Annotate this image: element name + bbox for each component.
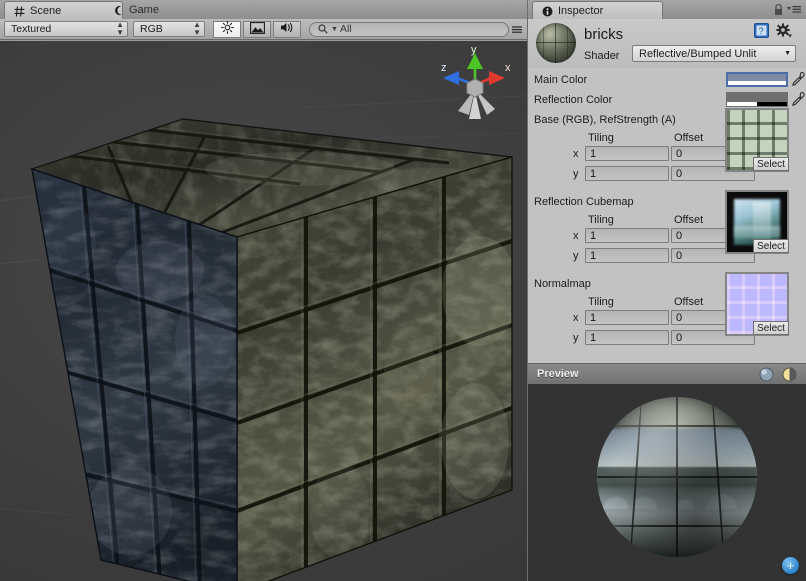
normalmap-y-axis-label: y	[573, 332, 579, 344]
material-sphere-icon	[536, 23, 576, 63]
preview-sphere[interactable]	[597, 397, 757, 557]
cubemap-select-button[interactable]: Select	[753, 239, 789, 253]
draw-mode-dropdown[interactable]: Textured ▲▼	[4, 21, 128, 37]
main-color-fill	[728, 74, 786, 81]
chevron-down-icon: ▼	[331, 26, 338, 33]
game-overlay-toggle[interactable]	[243, 21, 271, 38]
normalmap-x-axis-label: x	[573, 312, 579, 324]
cubemap-tiling-header: Tiling	[588, 214, 614, 226]
reflection-cubemap-label: Reflection Cubemap	[534, 196, 634, 208]
reflection-color-label: Reflection Color	[534, 94, 612, 106]
plus-icon: +	[787, 559, 795, 572]
material-properties: Main Color Reflection Color	[528, 68, 806, 362]
search-placeholder: All	[340, 23, 352, 35]
base-tiling-header: Tiling	[588, 132, 614, 144]
base-offset-header: Offset	[674, 132, 703, 144]
tab-game-label: Game	[129, 4, 159, 16]
info-icon	[542, 6, 553, 17]
preview-header: Preview	[528, 363, 806, 386]
magnifier-icon	[318, 24, 328, 34]
normalmap-label: Normalmap	[534, 278, 591, 290]
main-color-alpha	[728, 81, 786, 85]
render-mode-value: RGB	[140, 23, 163, 35]
reflection-color-eyedropper-icon[interactable]	[791, 92, 805, 107]
cubemap-x-axis-label: x	[573, 230, 579, 242]
reflection-color-alpha	[727, 102, 787, 106]
lock-icon[interactable]	[773, 3, 784, 19]
preview-mesh-button[interactable]	[758, 367, 775, 385]
grid-hash-icon	[14, 6, 25, 17]
reflection-color-fill	[727, 93, 787, 102]
lighting-toggle[interactable]	[213, 21, 241, 38]
cubemap-tiling-y-input[interactable]: 1	[585, 248, 669, 263]
tab-inspector[interactable]: Inspector	[532, 1, 663, 20]
inspector-menu-icon[interactable]	[787, 5, 802, 17]
tab-inspector-label: Inspector	[558, 5, 603, 17]
chevron-updown-icon: ▲▼	[193, 21, 201, 37]
scene-orientation-gizmo[interactable]: z x y	[433, 45, 517, 123]
scene-viewport[interactable]: z x y	[0, 41, 527, 581]
shader-value: Reflective/Bumped Unlit	[639, 48, 756, 60]
add-preview-button[interactable]: +	[782, 557, 799, 574]
gizmo-z-label: z	[441, 62, 447, 74]
normalmap-offset-header: Offset	[674, 296, 703, 308]
inspector-tabbar: Inspector	[528, 0, 806, 20]
preview-lighting-button[interactable]	[781, 367, 798, 385]
gear-icon[interactable]	[776, 23, 792, 41]
tab-scene-label: Scene	[30, 5, 61, 17]
chevron-updown-icon: ▲▼	[116, 21, 124, 37]
scene-panel: Scene Game Textured ▲▼ RGB ▲▼	[0, 0, 527, 581]
scene-tabbar: Scene Game	[0, 0, 527, 20]
render-mode-dropdown[interactable]: RGB ▲▼	[133, 21, 205, 37]
image-icon	[250, 22, 265, 37]
shader-label: Shader	[584, 50, 619, 62]
main-color-label: Main Color	[534, 74, 587, 86]
preview-viewport[interactable]: +	[528, 384, 806, 581]
normalmap-tiling-header: Tiling	[588, 296, 614, 308]
gizmo-x-label: x	[505, 62, 511, 74]
unity-editor-window: Scene Game Textured ▲▼ RGB ▲▼	[0, 0, 806, 581]
overflow-menu-icon[interactable]	[511, 25, 523, 37]
sun-icon	[221, 21, 234, 37]
base-select-button[interactable]: Select	[753, 157, 789, 171]
main-color-eyedropper-icon[interactable]	[791, 72, 805, 87]
cubemap-tiling-x-input[interactable]: 1	[585, 228, 669, 243]
normalmap-tiling-x-input[interactable]: 1	[585, 310, 669, 325]
sphere-shading	[597, 397, 757, 557]
chevron-down-icon: ▼	[784, 50, 791, 57]
normalmap-select-button[interactable]: Select	[753, 321, 789, 335]
reflection-color-swatch[interactable]	[726, 92, 788, 107]
base-x-axis-label: x	[573, 148, 579, 160]
base-tiling-y-input[interactable]: 1	[585, 166, 669, 181]
cubemap-y-axis-label: y	[573, 250, 579, 262]
shader-dropdown[interactable]: Reflective/Bumped Unlit ▼	[632, 45, 796, 62]
base-y-axis-label: y	[573, 168, 579, 180]
normalmap-tiling-y-input[interactable]: 1	[585, 330, 669, 345]
base-texture-label: Base (RGB), RefStrength (A)	[534, 114, 676, 126]
draw-mode-value: Textured	[11, 23, 51, 35]
search-input[interactable]: ▼ All	[309, 22, 509, 37]
base-tiling-x-input[interactable]: 1	[585, 146, 669, 161]
material-header: bricks Shader Reflective/Bumped Unlit ▼ …	[528, 19, 806, 69]
tab-game[interactable]: Game	[104, 1, 201, 19]
main-color-swatch[interactable]	[726, 72, 788, 87]
audio-toggle[interactable]	[273, 21, 301, 38]
preview-title: Preview	[537, 368, 579, 380]
gizmo-y-label: y	[471, 45, 477, 56]
scene-toolbar: Textured ▲▼ RGB ▲▼	[0, 19, 527, 40]
help-book-icon[interactable]: ?	[754, 23, 769, 41]
material-name: bricks	[584, 26, 623, 43]
svg-text:?: ?	[759, 26, 764, 36]
inspector-panel: Inspector	[528, 0, 806, 581]
gamepad-icon	[113, 5, 124, 16]
cubemap-offset-header: Offset	[674, 214, 703, 226]
speaker-icon	[280, 21, 295, 37]
